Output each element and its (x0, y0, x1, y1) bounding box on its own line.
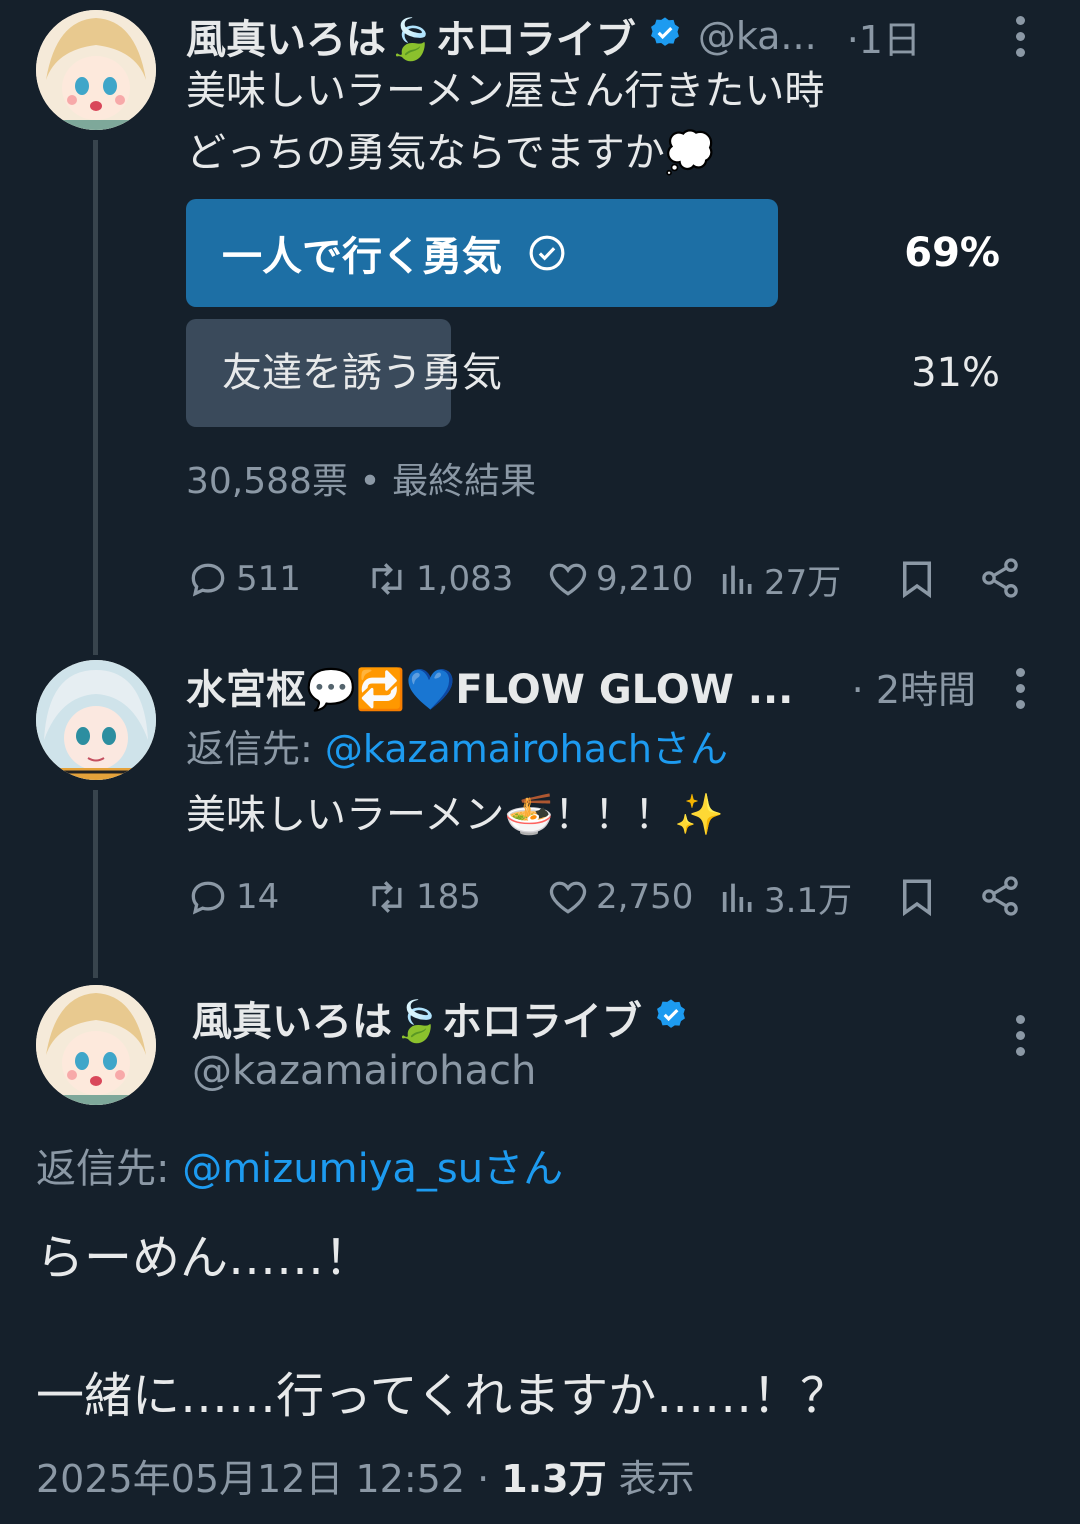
thread-line (93, 790, 98, 978)
post-time[interactable]: ·1日 (847, 9, 921, 64)
poll-option-1: 一人で行く勇気 (222, 199, 566, 307)
avatar-iroha[interactable] (36, 10, 156, 130)
reply-count: 511 (236, 559, 301, 599)
bookmark-icon[interactable] (896, 556, 938, 606)
views-chart-icon (718, 875, 764, 919)
like-count: 2,750 (596, 877, 694, 917)
more-options-icon[interactable] (1013, 1015, 1027, 1063)
author-name[interactable]: 水宮枢💬🔁💙FLOW GLOW ... (186, 657, 793, 715)
poll-option-2-percent: 31% (911, 350, 1000, 396)
thread-line (93, 140, 98, 655)
repost-button[interactable]: 185 (364, 874, 481, 920)
reply-mention-link[interactable]: @mizumiya_suさん (182, 1146, 563, 1192)
post1-header: 風真いろは🍃ホロライブ @ka... ·1日 (186, 8, 1046, 64)
post2-text: 美味しいラーメン🍜！！！✨ (186, 792, 725, 838)
bookmark-icon[interactable] (896, 874, 938, 924)
poll-option-1-label: 一人で行く勇気 (222, 234, 502, 280)
repost-count: 185 (416, 877, 481, 917)
views-count: 27万 (764, 562, 842, 603)
reply-context: 返信先: @mizumiya_suさん (36, 1136, 563, 1194)
author-handle[interactable]: @ka... (698, 14, 817, 58)
reply-count: 14 (236, 877, 280, 917)
post-timestamp[interactable]: 2025年05月12日 12:52 · (36, 1457, 501, 1501)
more-options-icon[interactable] (1013, 16, 1027, 64)
reply-icon (186, 557, 236, 601)
reply-context: 返信先: @kazamairohachさん (186, 718, 728, 773)
poll-option-1-percent: 69% (904, 230, 1000, 276)
check-circle-icon (528, 234, 566, 272)
post3-text-line1: らーめん……！ (36, 1230, 373, 1286)
reply-prefix: 返信先: (186, 727, 325, 771)
poll-option-2-label: 友達を誘う勇気 (222, 350, 502, 396)
reply-mention-link[interactable]: @kazamairohachさん (325, 727, 728, 771)
author-handle[interactable]: @kazamairohach (192, 1048, 536, 1094)
views-label: 表示 (606, 1457, 695, 1501)
reply-button[interactable]: 511 (186, 556, 301, 602)
reply-icon (186, 875, 236, 919)
post1-text-line1: 美味しいラーメン屋さん行きたい時 (186, 68, 825, 114)
verified-badge-icon (646, 15, 684, 57)
like-button[interactable]: 2,750 (546, 874, 693, 920)
reply-button[interactable]: 14 (186, 874, 279, 920)
share-icon[interactable] (978, 556, 1022, 604)
reply-prefix: 返信先: (36, 1146, 183, 1192)
post3-text-line2: 一緒に……行ってくれますか……！？ (36, 1368, 849, 1424)
views-button[interactable]: 3.1万 (718, 874, 853, 921)
author-name[interactable]: 風真いろは🍃ホロライブ (186, 7, 636, 65)
like-button[interactable]: 9,210 (546, 556, 693, 602)
more-options-icon[interactable] (1013, 668, 1027, 716)
repost-icon (364, 875, 416, 919)
post-meta: 2025年05月12日 12:52 · 1.3万 表示 (36, 1448, 695, 1503)
avatar-iroha[interactable] (36, 985, 156, 1105)
poll: 一人で行く勇気 69% 友達を誘う勇気 31% (186, 199, 1006, 429)
repost-button[interactable]: 1,083 (364, 556, 513, 602)
views-chart-icon (718, 557, 764, 601)
verified-badge-icon (652, 997, 690, 1039)
share-icon[interactable] (978, 874, 1022, 922)
post2-header: 水宮枢💬🔁💙FLOW GLOW ... · 2時間 (186, 658, 976, 714)
avatar-mizumiya[interactable] (36, 660, 156, 780)
repost-count: 1,083 (416, 559, 514, 599)
heart-icon (546, 557, 596, 601)
like-count: 9,210 (596, 559, 694, 599)
views-total: 1.3万 (501, 1457, 607, 1501)
post3-header: 風真いろは🍃ホロライブ (192, 990, 690, 1046)
post1-text-line2: どっちの勇気ならでますか💭 (186, 130, 715, 176)
heart-icon (546, 875, 596, 919)
post-time[interactable]: · 2時間 (852, 659, 976, 714)
author-name[interactable]: 風真いろは🍃ホロライブ (192, 989, 642, 1047)
repost-icon (364, 557, 416, 601)
views-count: 3.1万 (764, 880, 853, 921)
poll-summary: 30,588票 • 最終結果 (186, 461, 537, 502)
views-button[interactable]: 27万 (718, 556, 842, 603)
